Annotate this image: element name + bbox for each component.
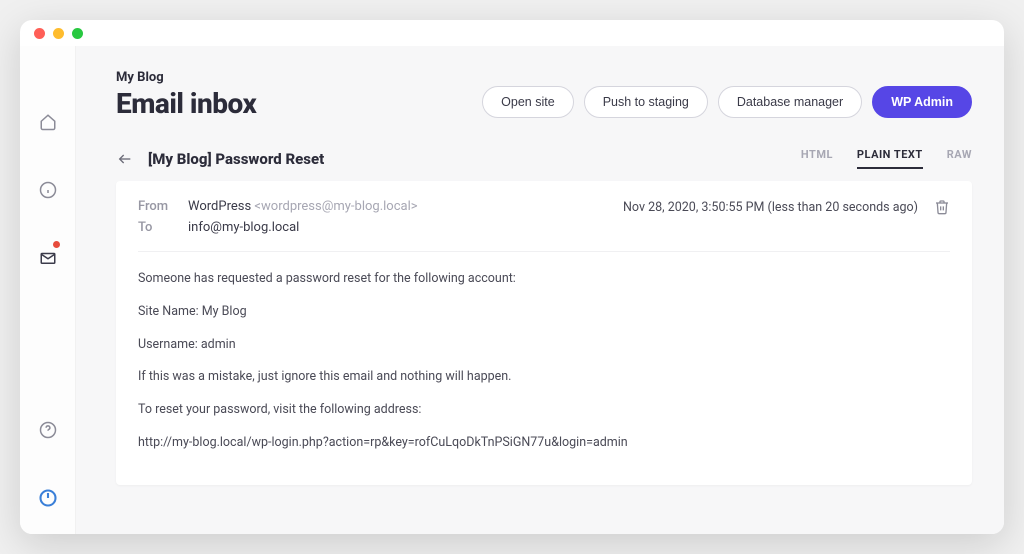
email-meta: From WordPress <wordpress@my-blog.local>… [138,199,950,252]
subject-row: [My Blog] Password Reset HTML PLAIN TEXT… [116,148,972,169]
help-icon[interactable] [32,414,64,446]
tab-plain-text[interactable]: PLAIN TEXT [857,148,923,169]
email-body: Someone has requested a password reset f… [138,270,950,453]
body-line: Username: admin [138,336,950,355]
page-title: Email inbox [116,87,256,120]
site-name: My Blog [116,70,256,85]
header-actions: Open site Push to staging Database manag… [482,86,972,118]
database-manager-button[interactable]: Database manager [718,86,862,118]
email-timestamp: Nov 28, 2020, 3:50:55 PM (less than 20 s… [623,200,918,215]
mail-icon[interactable] [32,242,64,274]
to-label: To [138,220,178,235]
body-line: If this was a mistake, just ignore this … [138,368,950,387]
tab-raw[interactable]: RAW [947,148,972,169]
app-body: My Blog Email inbox Open site Push to st… [20,46,1004,534]
back-arrow-icon[interactable] [116,150,134,168]
body-line: Someone has requested a password reset f… [138,270,950,289]
main-content: My Blog Email inbox Open site Push to st… [76,46,1004,534]
view-tabs: HTML PLAIN TEXT RAW [801,148,972,169]
from-label: From [138,199,178,214]
window-titlebar [20,20,1004,46]
mail-badge [53,241,60,248]
wp-admin-button[interactable]: WP Admin [872,86,972,118]
trash-icon[interactable] [934,199,950,215]
home-icon[interactable] [32,106,64,138]
maximize-window-dot[interactable] [72,28,83,39]
page-header: My Blog Email inbox Open site Push to st… [116,70,972,120]
minimize-window-dot[interactable] [53,28,64,39]
tab-html[interactable]: HTML [801,148,833,169]
body-line: Site Name: My Blog [138,303,950,322]
body-line: http://my-blog.local/wp-login.php?action… [138,434,950,453]
from-value: WordPress <wordpress@my-blog.local> [188,199,418,214]
to-value: info@my-blog.local [188,220,299,235]
app-window: My Blog Email inbox Open site Push to st… [20,20,1004,534]
close-window-dot[interactable] [34,28,45,39]
power-icon[interactable] [32,482,64,514]
body-line: To reset your password, visit the follow… [138,401,950,420]
info-icon[interactable] [32,174,64,206]
push-staging-button[interactable]: Push to staging [584,86,708,118]
open-site-button[interactable]: Open site [482,86,574,118]
sidebar [20,46,76,534]
email-card: From WordPress <wordpress@my-blog.local>… [116,181,972,485]
email-subject: [My Blog] Password Reset [148,150,324,168]
